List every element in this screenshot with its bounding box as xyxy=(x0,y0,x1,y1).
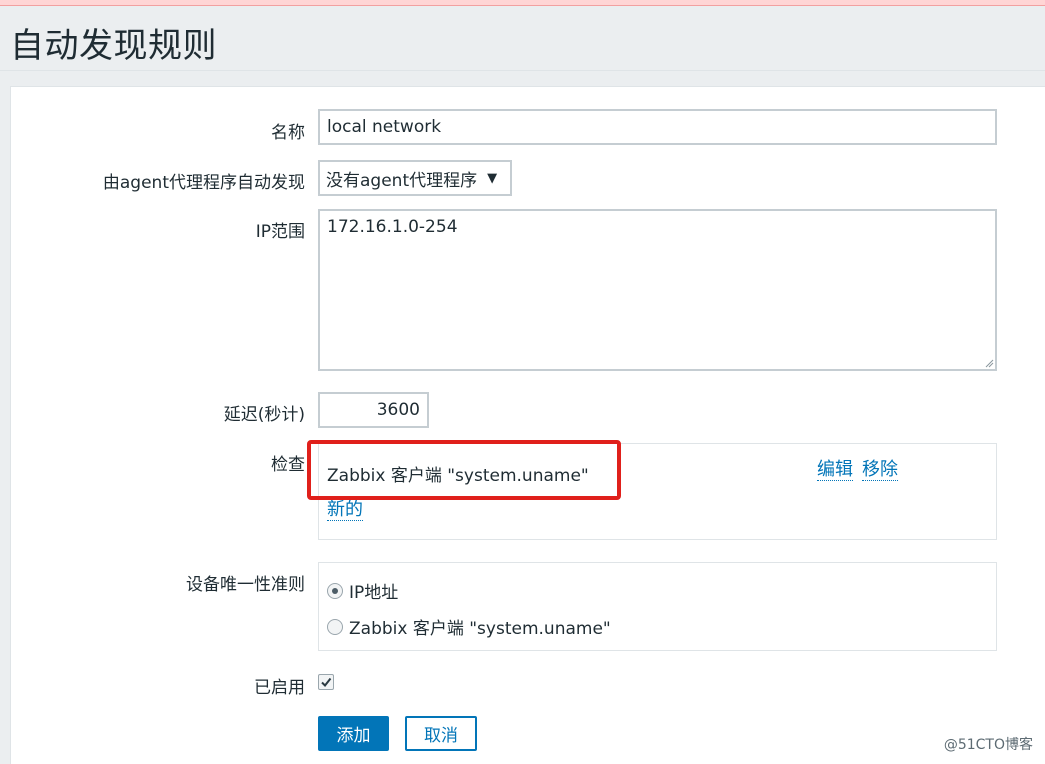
discovery-proxy-label: 由agent代理程序自动发现 xyxy=(102,173,305,193)
uniqueness-option-ip[interactable]: IP地址 xyxy=(327,578,398,603)
cancel-button[interactable]: 取消 xyxy=(405,716,477,751)
discovery-proxy-select[interactable]: 没有agent代理程序 ▼ xyxy=(318,160,512,196)
discovery-proxy-selected: 没有agent代理程序 xyxy=(326,170,478,191)
error-message-strip xyxy=(0,0,1045,6)
name-label: 名称 xyxy=(271,123,305,143)
uniqueness-criteria-box: IP地址 Zabbix 客户端 "system.uname" xyxy=(318,562,997,651)
uniqueness-option-agent-label: Zabbix 客户端 "system.uname" xyxy=(349,619,611,639)
new-check-link[interactable]: 新的 xyxy=(327,500,363,521)
radio-button-checked[interactable] xyxy=(327,582,343,599)
page-title: 自动发现规则 xyxy=(10,26,217,66)
uniqueness-criteria-label: 设备唯一性准则 xyxy=(186,575,305,595)
checkmark-icon xyxy=(321,677,332,688)
add-button[interactable]: 添加 xyxy=(318,716,389,751)
ip-range-value: 172.16.1.0-254 xyxy=(327,217,458,237)
delay-input[interactable]: 3600 xyxy=(318,392,429,428)
chevron-down-icon: ▼ xyxy=(487,170,498,186)
ip-range-label: IP范围 xyxy=(255,222,305,242)
discovery-rule-form: 名称 local network 由agent代理程序自动发现 没有agent代… xyxy=(10,86,1045,764)
watermark: @51CTO博客 xyxy=(943,737,1033,753)
delay-label: 延迟(秒计) xyxy=(223,405,305,425)
ip-range-textarea[interactable]: 172.16.1.0-254 xyxy=(318,209,997,371)
annotation-highlight-box xyxy=(307,440,621,500)
uniqueness-option-ip-label: IP地址 xyxy=(349,583,399,603)
checks-label: 检查 xyxy=(271,455,305,475)
title-divider xyxy=(0,70,1045,71)
check-edit-link[interactable]: 编辑 xyxy=(817,460,853,481)
radio-button[interactable] xyxy=(327,618,343,635)
name-input[interactable]: local network xyxy=(318,109,997,145)
uniqueness-option-agent[interactable]: Zabbix 客户端 "system.uname" xyxy=(327,614,611,639)
resize-grip-icon[interactable] xyxy=(984,358,994,368)
enabled-label: 已启用 xyxy=(254,678,305,698)
check-remove-link[interactable]: 移除 xyxy=(862,460,898,481)
enabled-checkbox[interactable] xyxy=(318,674,334,690)
